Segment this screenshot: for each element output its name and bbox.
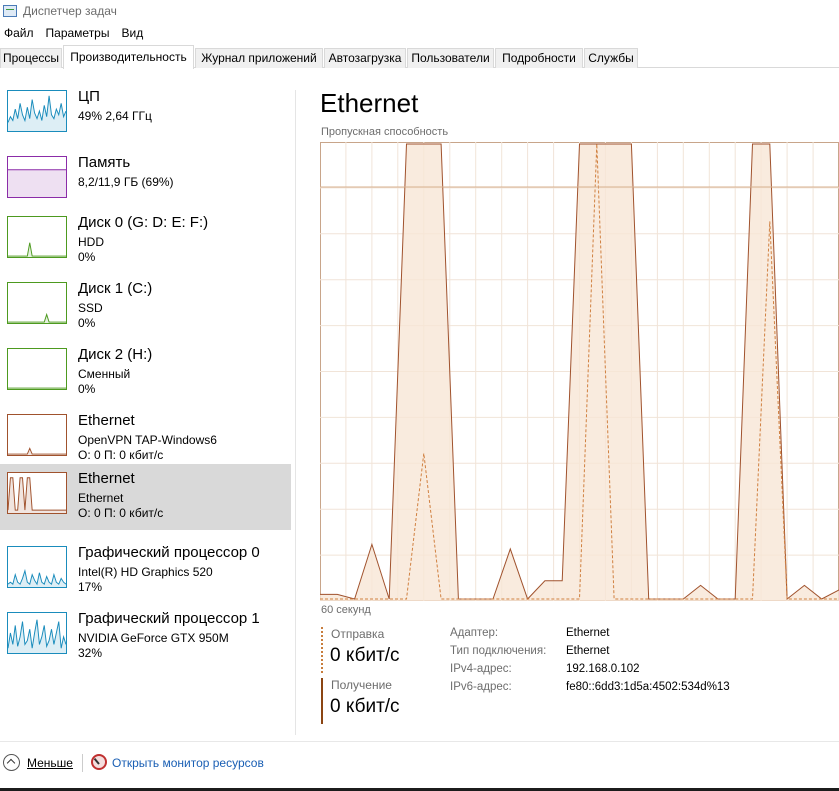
- sidebar-item-detail: SSD: [78, 301, 103, 315]
- sparkline: [8, 447, 66, 455]
- tab-strip: Процессы Производительность Журнал прило…: [0, 45, 839, 69]
- tab-startup[interactable]: Автозагрузка: [324, 48, 406, 68]
- sidebar-item-title: ЦП: [78, 88, 100, 105]
- sidebar-item-detail: Intel(R) HD Graphics 520: [78, 565, 213, 579]
- sidebar-item-disk0[interactable]: Диск 0 (G: D: E: F:) HDD 0%: [0, 208, 291, 274]
- footer: Меньше Открыть монитор ресурсов: [0, 742, 839, 788]
- throughput-chart-svg: [320, 142, 839, 601]
- menu-options[interactable]: Параметры: [42, 26, 114, 40]
- sidebar-item-title: Графический процессор 1: [78, 610, 260, 627]
- property-key: Тип подключения:: [450, 645, 547, 657]
- sidebar-item-gpu0[interactable]: Графический процессор 0 Intel(R) HD Grap…: [0, 538, 291, 604]
- sidebar-item-value: 0%: [78, 382, 96, 396]
- ethernet-vpn-thumbnail: [7, 414, 67, 456]
- menu-bar: Файл Параметры Вид: [0, 22, 151, 44]
- throughput-graph: [320, 142, 839, 601]
- task-manager-icon: [3, 5, 17, 17]
- receive-label: Получение: [331, 678, 392, 692]
- receive-value: 0 кбит/с: [330, 696, 400, 717]
- open-resource-monitor-link[interactable]: Открыть монитор ресурсов: [112, 756, 264, 770]
- send-stat: Отправка 0 кбит/с: [321, 627, 431, 673]
- sidebar-item-title: Диск 2 (H:): [78, 346, 153, 363]
- sidebar-item-value: О: 0 П: 0 кбит/с: [78, 506, 164, 520]
- property-value: 192.168.0.102: [566, 663, 640, 675]
- property-value: Ethernet: [566, 627, 610, 639]
- sidebar-item-title: Диск 0 (G: D: E: F:): [78, 214, 209, 231]
- sidebar-item-value: 0%: [78, 250, 96, 264]
- sidebar-item-title: Ethernet: [78, 470, 135, 487]
- menu-file[interactable]: Файл: [0, 26, 38, 40]
- sidebar-item-value: 17%: [78, 580, 103, 594]
- send-value: 0 кбит/с: [330, 645, 400, 666]
- sidebar-item-memory[interactable]: Память 8,2/11,9 ГБ (69%): [0, 148, 291, 214]
- sidebar-item-gpu1[interactable]: Графический процессор 1 NVIDIA GeForce G…: [0, 604, 291, 670]
- sidebar-item-detail: Сменный: [78, 367, 131, 381]
- send-label: Отправка: [331, 627, 385, 641]
- gpu1-thumbnail: [7, 612, 67, 654]
- sparkline: [8, 312, 66, 323]
- sidebar-item-title: Память: [78, 154, 131, 171]
- resource-monitor-icon[interactable]: [91, 754, 107, 770]
- sidebar-item-value: 0%: [78, 316, 96, 330]
- property-value: Ethernet: [566, 645, 610, 657]
- memory-thumbnail: [7, 156, 67, 198]
- sidebar-item-detail: 8,2/11,9 ГБ (69%): [78, 175, 174, 189]
- graph-label: Пропускная способность: [321, 126, 449, 138]
- footer-separator: [82, 754, 83, 772]
- sidebar-item-cpu[interactable]: ЦП 49% 2,64 ГГц: [0, 82, 291, 148]
- panel-divider: [295, 90, 296, 735]
- sparkline-area: [8, 242, 66, 257]
- sidebar-item-detail: 49% 2,64 ГГц: [78, 109, 152, 123]
- tab-processes[interactable]: Процессы: [0, 48, 62, 68]
- sidebar-item-ethernet-vpn[interactable]: Ethernet OpenVPN TAP-Windows6 О: 0 П: 0 …: [0, 406, 291, 472]
- tab-performance[interactable]: Производительность: [63, 45, 194, 69]
- tab-services[interactable]: Службы: [584, 48, 638, 68]
- menu-view[interactable]: Вид: [117, 26, 147, 40]
- resource-list: ЦП 49% 2,64 ГГц Память 8,2/11,9 ГБ (69%)…: [0, 70, 292, 730]
- title-bar: Диспетчер задач: [0, 0, 839, 22]
- disk0-thumbnail: [7, 216, 67, 258]
- sparkline-area: [8, 169, 66, 197]
- sidebar-item-detail: Ethernet: [78, 491, 124, 505]
- sidebar-item-title: Диск 1 (C:): [78, 280, 153, 297]
- property-key: IPv6-адрес:: [450, 681, 512, 693]
- tab-details[interactable]: Подробности: [495, 48, 583, 68]
- sidebar-item-title: Ethernet: [78, 412, 135, 429]
- sidebar-item-disk2[interactable]: Диск 2 (H:) Сменный 0%: [0, 340, 291, 406]
- sidebar-item-disk1[interactable]: Диск 1 (C:) SSD 0%: [0, 274, 291, 340]
- cpu-thumbnail: [7, 90, 67, 132]
- sidebar-item-title: Графический процессор 0: [78, 544, 260, 561]
- tab-app-history[interactable]: Журнал приложений: [195, 48, 323, 68]
- sidebar-item-value: 32%: [78, 646, 103, 660]
- sidebar-item-ethernet[interactable]: Ethernet Ethernet О: 0 П: 0 кбит/с: [0, 464, 291, 530]
- ethernet-thumbnail: [7, 472, 67, 514]
- fewer-details-button[interactable]: Меньше: [27, 756, 73, 770]
- sparkline-area: [8, 477, 66, 513]
- sparkline: [8, 242, 66, 257]
- property-key: IPv4-адрес:: [450, 663, 512, 675]
- sidebar-item-detail: NVIDIA GeForce GTX 950M: [78, 631, 229, 645]
- property-value: fe80::6dd3:1d5a:4502:534d%13: [566, 681, 730, 693]
- disk1-thumbnail: [7, 282, 67, 324]
- property-key: Адаптер:: [450, 627, 499, 639]
- disk2-thumbnail: [7, 348, 67, 390]
- time-axis-label: 60 секунд: [321, 604, 371, 616]
- page-title: Ethernet: [320, 88, 419, 118]
- window-title: Диспетчер задач: [23, 4, 117, 18]
- tab-users[interactable]: Пользователи: [407, 48, 494, 68]
- sparkline: [8, 477, 66, 511]
- gpu0-thumbnail: [7, 546, 67, 588]
- chevron-up-icon[interactable]: [3, 754, 20, 771]
- sidebar-item-detail: OpenVPN TAP-Windows6: [78, 433, 217, 447]
- sidebar-item-value: О: 0 П: 0 кбит/с: [78, 448, 164, 462]
- sidebar-item-detail: HDD: [78, 235, 104, 249]
- receive-stat: Получение 0 кбит/с: [321, 678, 431, 724]
